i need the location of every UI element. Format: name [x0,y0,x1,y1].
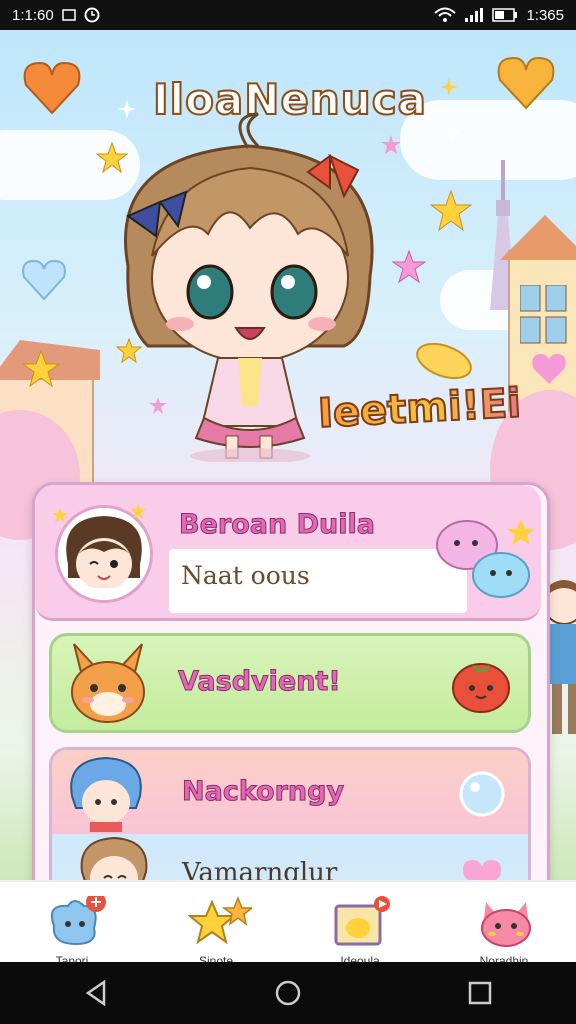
wifi-icon [434,7,457,23]
nav-item-noradhin[interactable]: Noradhin [449,882,559,964]
nav-item-ideoula[interactable]: Ideoula [305,882,415,964]
star-icon [187,895,255,946]
profile-status-field[interactable]: Naat oous [169,549,467,613]
profile-status-text: Naat oous [181,561,310,590]
orange-heart-icon [497,56,555,110]
recents-button[interactable] [460,973,500,1013]
status-bar: 1:1:60 1:365 [0,0,576,30]
green-card-label: Vasdvient! [178,666,342,698]
pink-creature-icon [476,896,532,947]
battery-icon [492,8,518,22]
main-menu-panel: Beroan Duila Naat oous Vasdvient! Nackor… [32,482,550,880]
slime-pets-icon [436,519,535,598]
home-button[interactable] [268,973,308,1013]
system-nav-bar [0,962,576,1024]
back-triangle-icon [85,980,106,1006]
menu-card-stack: Nackorngy Vamarnglur [49,747,531,880]
status-right: 1:365 [434,7,564,24]
pink-heart-icon [463,860,501,880]
profile-card[interactable]: Beroan Duila Naat oous [35,485,541,621]
building-roof [500,215,576,260]
card-four-label: Vamarnglur [182,858,338,880]
signal-icon [464,7,484,23]
game-scene: IloaNenuca Ieetmi!Ei Beroan Duila Naat o… [0,30,576,880]
status-time-right: 1:365 [526,6,564,24]
blue-creature-icon [44,892,106,946]
brown-hair-chibi-icon [80,836,148,880]
star-icon [52,508,68,523]
orange-heart-icon [23,61,81,115]
nav-item-sinote[interactable]: Sinote [161,882,271,964]
status-left: 1:1:60 [12,7,100,24]
blue-hair-chibi-icon [70,756,142,832]
image-icon [61,9,76,21]
home-circle-icon [275,980,301,1006]
fox-icon [71,643,145,723]
nav-item-tanori[interactable]: Tanori [17,882,127,964]
menu-card-green[interactable]: Vasdvient! [49,633,531,733]
star-icon [130,504,146,519]
bottom-nav: Tanori Sinote Ideoula Noradhin [0,880,576,964]
sparkle-icon [440,78,458,96]
card-three-label: Nackorngy [181,776,345,808]
tomato-icon [452,663,510,713]
star-icon [22,350,60,388]
menu-card-vamarnglur[interactable]: Vamarnglur [52,834,528,880]
menu-card-nackorngy[interactable]: Nackorngy [52,750,528,834]
star-icon [430,190,472,232]
status-time-left: 1:1:60 [12,6,54,24]
video-icon [332,896,390,946]
sparkle-icon [446,126,460,140]
window-icon [520,285,567,344]
bubble-icon [459,771,505,817]
recents-square-icon [468,981,492,1005]
clock-icon [84,7,100,23]
back-button[interactable] [76,973,116,1013]
blue-heart-icon [22,259,66,301]
profile-name: Beroan Duila [179,509,376,541]
crayon-icon [416,342,472,380]
